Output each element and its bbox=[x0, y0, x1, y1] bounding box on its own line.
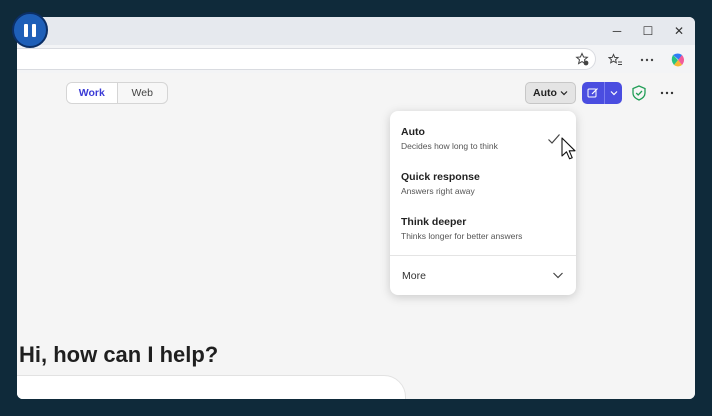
option-title: Think deeper bbox=[401, 216, 467, 228]
option-title: Auto bbox=[401, 126, 425, 138]
option-description: Answers right away bbox=[401, 186, 475, 196]
menu-option-auto[interactable]: Auto Decides how long to think bbox=[390, 117, 576, 161]
browser-window: ─ ☐ ✕ Work Web Auto Auto Decides how lon… bbox=[17, 17, 695, 399]
menu-more-button[interactable]: More bbox=[390, 256, 576, 295]
checkmark-icon bbox=[548, 134, 560, 144]
address-bar[interactable] bbox=[17, 48, 596, 70]
option-description: Decides how long to think bbox=[401, 141, 498, 151]
page-more-options-icon[interactable] bbox=[657, 83, 677, 103]
copilot-page: Work Web Auto Auto Decides how long to t… bbox=[17, 73, 695, 399]
chevron-down-icon bbox=[560, 91, 568, 96]
mode-toggle: Work Web bbox=[66, 82, 168, 104]
shield-check-icon[interactable] bbox=[630, 84, 648, 102]
title-bar: ─ ☐ ✕ bbox=[17, 17, 695, 45]
new-chat-options-chevron-icon[interactable] bbox=[604, 82, 622, 104]
mouse-cursor-icon bbox=[561, 137, 576, 160]
close-button[interactable]: ✕ bbox=[667, 21, 691, 41]
model-picker-label: Auto bbox=[533, 87, 557, 99]
chat-input-box[interactable] bbox=[17, 375, 406, 399]
work-tab[interactable]: Work bbox=[67, 83, 118, 103]
option-description: Thinks longer for better answers bbox=[401, 231, 523, 241]
browser-toolbar bbox=[17, 45, 695, 73]
web-tab[interactable]: Web bbox=[118, 83, 168, 103]
greeting-heading: Hi, how can I help? bbox=[19, 342, 219, 367]
favorite-star-icon[interactable] bbox=[573, 50, 591, 68]
menu-option-quick-response[interactable]: Quick response Answers right away bbox=[390, 163, 576, 207]
chevron-down-icon bbox=[553, 272, 563, 279]
pause-icon-bar bbox=[32, 23, 36, 37]
model-picker-menu: Auto Decides how long to think Quick res… bbox=[390, 111, 576, 295]
option-title: Quick response bbox=[401, 171, 480, 183]
pause-recording-button[interactable] bbox=[12, 12, 48, 48]
maximize-button[interactable]: ☐ bbox=[636, 21, 660, 41]
menu-option-think-deeper[interactable]: Think deeper Thinks longer for better an… bbox=[390, 208, 576, 252]
favorites-icon[interactable] bbox=[606, 51, 624, 69]
minimize-button[interactable]: ─ bbox=[605, 21, 629, 41]
copilot-icon[interactable] bbox=[669, 51, 687, 69]
model-picker-button[interactable]: Auto bbox=[525, 82, 576, 104]
more-label: More bbox=[402, 270, 426, 282]
more-options-icon[interactable] bbox=[638, 51, 656, 69]
pause-icon-bar bbox=[24, 23, 28, 37]
compose-icon[interactable] bbox=[582, 82, 604, 104]
new-chat-button[interactable] bbox=[582, 82, 622, 104]
